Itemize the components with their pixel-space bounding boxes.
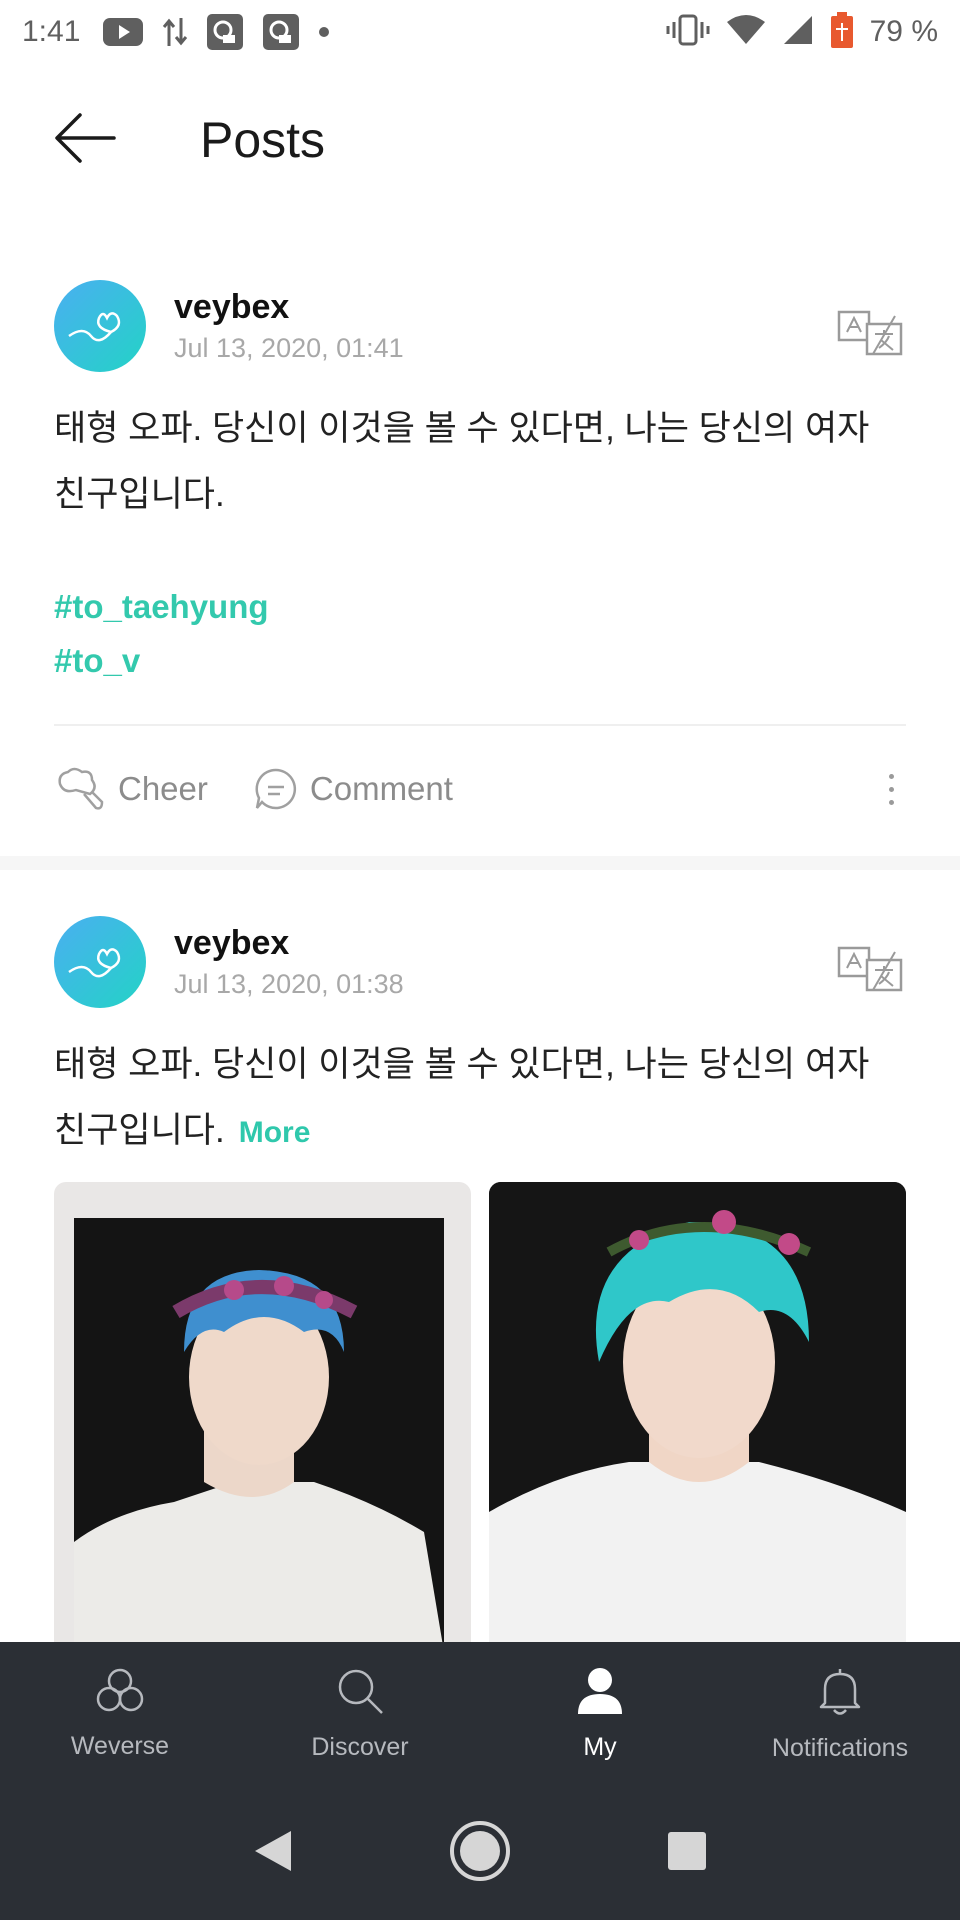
post-tags: #to_taehyung #to_v — [54, 580, 269, 688]
post-username[interactable]: veybex — [174, 924, 404, 963]
post-username[interactable]: veybex — [174, 288, 404, 327]
person-icon — [575, 1666, 625, 1721]
post-separator — [0, 856, 960, 870]
nav-label: My — [583, 1733, 617, 1761]
bell-icon — [815, 1665, 865, 1722]
hashtag-link[interactable]: #to_v — [54, 634, 269, 688]
wifi-icon — [726, 14, 766, 51]
post-author[interactable]: veybex Jul 13, 2020, 01:41 — [54, 280, 404, 372]
post-image[interactable] — [489, 1182, 906, 1652]
translate-button[interactable] — [834, 941, 906, 1001]
back-button[interactable] — [30, 85, 140, 195]
post-text: 태형 오파. 당신이 이것을 볼 수 있다면, 나는 당신의 여자 친구입니다. — [54, 409, 870, 514]
translate-icon — [837, 310, 903, 361]
translate-button[interactable] — [834, 305, 906, 365]
bottom-nav: Weverse Discover My Notifications — [0, 1642, 960, 1786]
dot-icon — [318, 26, 330, 38]
status-time: 1:41 — [22, 15, 81, 48]
post-timestamp: Jul 13, 2020, 01:41 — [174, 333, 404, 363]
avatar[interactable] — [54, 280, 146, 372]
system-recents-button[interactable] — [647, 1813, 727, 1893]
nav-label: Weverse — [70, 1732, 170, 1760]
nav-label: Notifications — [771, 1734, 909, 1762]
status-bar: 1:41 79 % — [0, 0, 960, 64]
notification-icon — [206, 13, 244, 51]
post-actions: Cheer Comment — [54, 754, 906, 824]
page-title: Posts — [200, 112, 326, 168]
post-card: veybex Jul 13, 2020, 01:41 태형 오파. 당신이 이것… — [0, 280, 960, 860]
youtube-icon — [102, 17, 144, 47]
translate-icon — [837, 946, 903, 997]
hashtag-link[interactable]: #to_taehyung — [54, 580, 269, 634]
cheer-icon — [54, 766, 106, 812]
page-header: Posts — [0, 80, 960, 200]
nav-my[interactable]: My — [480, 1642, 720, 1786]
system-nav-bar — [0, 1786, 960, 1920]
divider — [54, 724, 906, 726]
cheer-button[interactable]: Cheer — [54, 766, 208, 812]
signal-icon — [782, 14, 814, 51]
post-timestamp: Jul 13, 2020, 01:38 — [174, 969, 404, 999]
square-recents-icon — [665, 1829, 709, 1878]
comment-icon — [254, 767, 298, 811]
weverse-icon — [95, 1667, 145, 1720]
post-text: 태형 오파. 당신이 이것을 볼 수 있다면, 나는 당신의 여자 친구입니다.… — [54, 1032, 906, 1166]
post-image[interactable] — [54, 1182, 471, 1652]
avatar[interactable] — [54, 916, 146, 1008]
battery-icon — [830, 11, 854, 54]
nav-weverse[interactable]: Weverse — [0, 1642, 240, 1786]
post-author[interactable]: veybex Jul 13, 2020, 01:38 — [54, 916, 404, 1008]
search-icon — [335, 1666, 385, 1721]
nav-label: Discover — [311, 1733, 409, 1761]
system-back-button[interactable] — [233, 1813, 313, 1893]
comment-button[interactable]: Comment — [254, 767, 453, 811]
reference-photo — [489, 1182, 906, 1652]
drawing-photo — [74, 1218, 444, 1652]
post-text-content: 태형 오파. 당신이 이것을 볼 수 있다면, 나는 당신의 여자 친구입니다. — [54, 1045, 870, 1150]
system-home-button[interactable] — [440, 1813, 520, 1893]
cheer-label: Cheer — [118, 770, 208, 807]
battery-percent: 79 % — [869, 15, 938, 48]
post-card: veybex Jul 13, 2020, 01:38 태형 오파. 당신이 이것… — [0, 916, 960, 1652]
more-options-button[interactable] — [876, 759, 906, 819]
nav-discover[interactable]: Discover — [240, 1642, 480, 1786]
arrow-left-icon — [54, 112, 116, 169]
more-link[interactable]: More — [239, 1116, 311, 1149]
triangle-back-icon — [251, 1827, 295, 1880]
circle-home-icon — [448, 1819, 512, 1888]
vibrate-icon — [666, 14, 710, 51]
nav-notifications[interactable]: Notifications — [720, 1642, 960, 1786]
notification-icon — [262, 13, 300, 51]
comment-label: Comment — [309, 770, 453, 807]
post-images — [54, 1182, 906, 1652]
data-transfer-icon — [162, 16, 188, 48]
